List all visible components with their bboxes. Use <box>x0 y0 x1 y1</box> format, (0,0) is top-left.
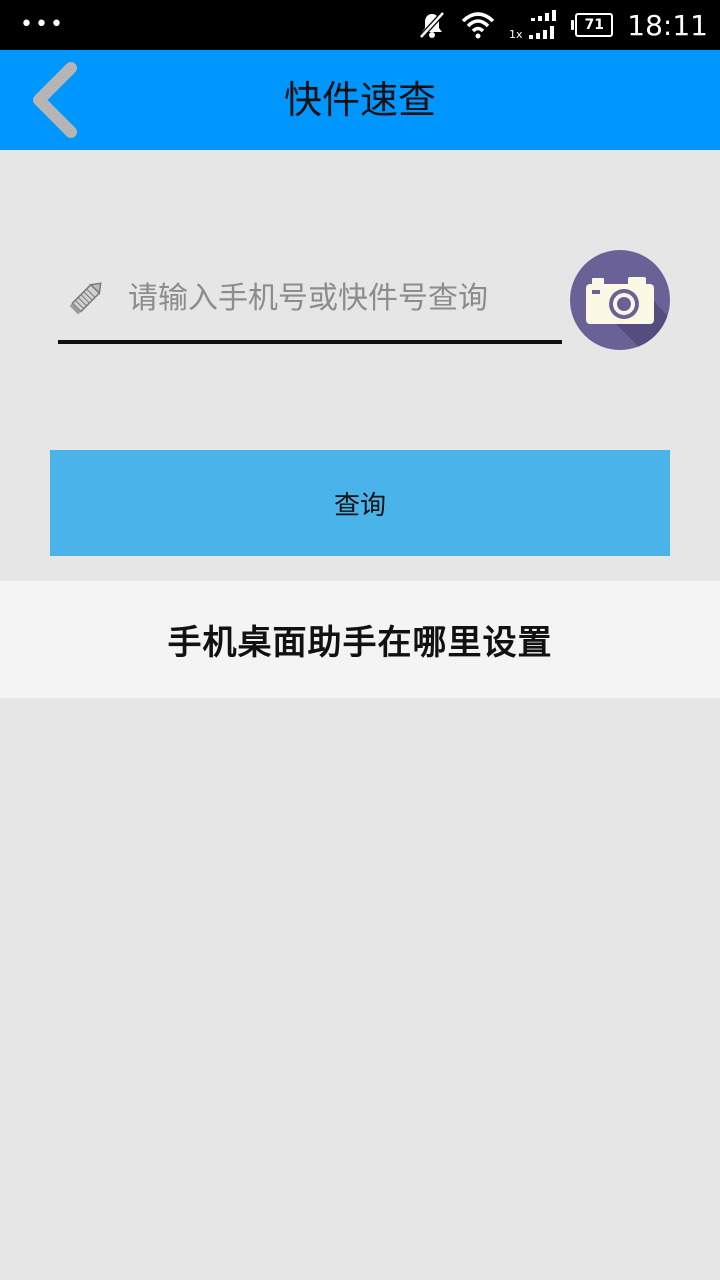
network-type-label: 1x <box>509 28 523 41</box>
search-input[interactable] <box>128 272 562 324</box>
help-link[interactable]: 手机桌面助手在哪里设置 <box>0 581 720 698</box>
status-menu-dots: ••• <box>20 12 65 37</box>
battery-icon: 71 <box>571 13 614 37</box>
chevron-left-icon <box>33 62 77 138</box>
search-row <box>58 250 670 350</box>
help-link-text: 手机桌面助手在哪里设置 <box>167 623 553 663</box>
app-bar: 快件速查 <box>0 50 720 150</box>
status-time: 18:11 <box>627 8 708 42</box>
query-button[interactable]: 查询 <box>50 450 670 556</box>
back-button[interactable] <box>18 56 88 144</box>
input-underline <box>58 340 562 344</box>
notification-muted-icon <box>417 10 447 40</box>
cellular-signal-icon: 1x <box>509 8 561 42</box>
pencil-icon <box>66 274 110 318</box>
page-title: 快件速查 <box>283 78 436 122</box>
camera-scan-button[interactable] <box>570 250 670 350</box>
status-bar: ••• 1x 71 18:11 <box>0 0 720 50</box>
wifi-icon <box>461 11 495 39</box>
status-right-group: 1x 71 18:11 <box>417 0 708 50</box>
camera-icon <box>586 277 670 350</box>
